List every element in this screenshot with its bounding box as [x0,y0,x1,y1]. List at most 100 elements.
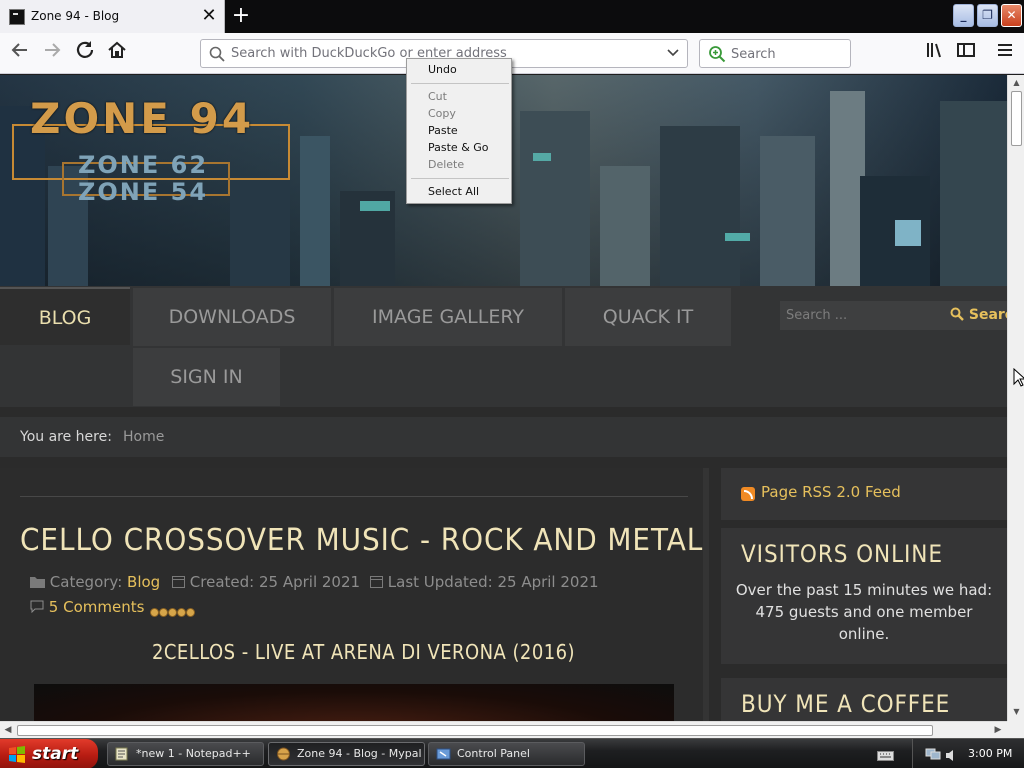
network-icon[interactable] [925,746,941,765]
browser-search-bar[interactable] [699,39,851,68]
context-menu-select-all[interactable]: Select All [428,185,479,198]
rating-star-icon [150,608,159,617]
divider [20,496,688,497]
mouse-cursor-icon [1013,368,1024,387]
context-menu-delete[interactable]: Delete [428,158,464,171]
visitors-module: VISITORS ONLINE Over the past 15 minutes… [721,528,1007,664]
neon-sign-shape [533,153,551,161]
menu-item-image-gallery[interactable]: IMAGE GALLERY [334,288,562,346]
context-menu-paste-go[interactable]: Paste & Go [428,141,489,154]
new-tab-button[interactable]: + [228,3,254,29]
menu-item-downloads[interactable]: DOWNLOADS [133,288,331,346]
breadcrumb-label: You are here: [20,429,112,445]
start-label: start [32,744,79,764]
site-search-button[interactable]: Search [944,301,1007,330]
scroll-left-arrow-icon[interactable]: ◀ [1,724,15,737]
site-logo-sub1: ZONE 62 [78,151,209,179]
updated-date: Last Updated: 25 April 2021 [387,573,599,591]
category-label: Category: [49,573,123,591]
chevron-down-icon[interactable] [667,46,679,61]
rating-star-icon [177,608,186,617]
building-shape [300,136,330,286]
taskbar-item-control-panel[interactable]: Control Panel [428,742,585,766]
forward-arrow-icon[interactable] [38,40,66,68]
visitors-text: Over the past 15 minutes we had: 475 gue… [735,581,993,643]
building-shape [760,136,815,286]
taskbar-clock[interactable]: 3:00 PM [968,747,1012,760]
site-search-input[interactable] [780,301,944,330]
building-shape [520,111,590,286]
scroll-up-arrow-icon[interactable]: ▲ [1010,76,1023,90]
hamburger-menu-icon[interactable] [991,40,1019,68]
context-menu: Undo Cut Copy Paste Paste & Go Delete Se… [406,58,512,204]
tab-strip: Zone 94 - Blog ✕ + _ ❐ ✕ [0,0,1024,33]
scrollbar-corner [1007,721,1024,738]
horizontal-scroll-thumb[interactable] [17,725,933,736]
screen-sign-shape [895,220,921,246]
vertical-scroll-thumb[interactable] [1011,91,1022,146]
scroll-right-arrow-icon[interactable]: ▶ [991,724,1005,737]
building-shape [940,101,1007,286]
window-close-button[interactable]: ✕ [1001,4,1022,27]
screen: Zone 94 - Blog ✕ + _ ❐ ✕ Search with Duc… [0,0,1024,768]
taskbar: start *new 1 - Notepad++ Zone 94 - Blog … [0,738,1024,768]
tab-close-icon[interactable]: ✕ [199,5,219,27]
site-logo-sub2: ZONE 54 [78,178,209,206]
volume-icon[interactable] [945,747,957,766]
scroll-down-arrow-icon[interactable]: ▼ [1010,705,1023,719]
building-shape [600,166,650,286]
taskbar-item-browser[interactable]: Zone 94 - Blog - Mypal [268,742,425,766]
article-updated: Last Updated: 25 April 2021 [370,573,599,591]
sidebar-toggle-icon[interactable] [952,40,980,68]
building-shape [230,176,290,286]
context-menu-cut[interactable]: Cut [428,90,447,103]
video-embed[interactable] [34,684,674,721]
rss-module: Page RSS 2.0 Feed [721,468,1007,520]
maximize-button[interactable]: ❐ [977,4,998,27]
comments-link[interactable]: 5 Comments [30,598,144,616]
keyboard-icon[interactable] [877,747,894,766]
search-icon [209,46,225,62]
rating-star-icon [159,608,168,617]
browser-search-input[interactable] [731,44,841,64]
rating-stars[interactable] [150,602,195,617]
article-title[interactable]: CELLO CROSSOVER MUSIC - ROCK AND METAL [20,523,703,558]
control-panel-icon [436,748,451,760]
reload-icon[interactable] [71,40,99,68]
folder-icon [30,573,50,591]
context-menu-undo[interactable]: Undo [428,63,457,76]
taskbar-item-notepad[interactable]: *new 1 - Notepad++ [107,742,264,766]
context-menu-copy[interactable]: Copy [428,107,456,120]
calendar-icon [370,573,388,591]
browser-tab[interactable]: Zone 94 - Blog ✕ [0,0,225,33]
article-subtitle: 2CELLOS - LIVE AT ARENA DI VERONA (2016) [152,640,576,664]
neon-sign-shape [360,201,390,211]
start-button[interactable]: start [0,739,98,768]
library-icon[interactable] [920,40,948,68]
rss-icon [741,487,755,501]
nav-bar [0,33,1024,74]
home-icon[interactable] [103,40,131,68]
category-link[interactable]: Blog [127,573,160,591]
rss-link[interactable]: Page RSS 2.0 Feed [761,483,901,501]
calendar-icon [172,573,190,591]
menu-item-quack-it[interactable]: QUACK IT [565,288,731,346]
back-arrow-icon[interactable] [6,40,34,68]
coffee-title: BUY ME A COFFEE [741,690,951,718]
site-logo-title[interactable]: ZONE 94 [30,94,254,143]
breadcrumb-home-link[interactable]: Home [123,429,164,445]
browser-icon [277,747,290,761]
horizontal-scrollbar[interactable]: ◀ ▶ [0,721,1007,738]
vertical-scrollbar[interactable]: ▲ ▼ [1007,75,1024,721]
context-menu-paste[interactable]: Paste [428,124,458,137]
site-search-button-label: Search [968,307,1007,323]
menu-item-blog[interactable]: BLOG [0,287,130,345]
minimize-button[interactable]: _ [953,4,974,27]
menu-item-sign-in[interactable]: SIGN IN [133,348,280,406]
taskbar-item-label: *new 1 - Notepad++ [136,747,251,760]
visitors-title: VISITORS ONLINE [741,540,943,568]
article-created: Created: 25 April 2021 [172,573,360,591]
rating-star-icon [168,608,177,617]
taskbar-item-label: Zone 94 - Blog - Mypal [297,747,422,760]
context-menu-separator [411,178,509,179]
